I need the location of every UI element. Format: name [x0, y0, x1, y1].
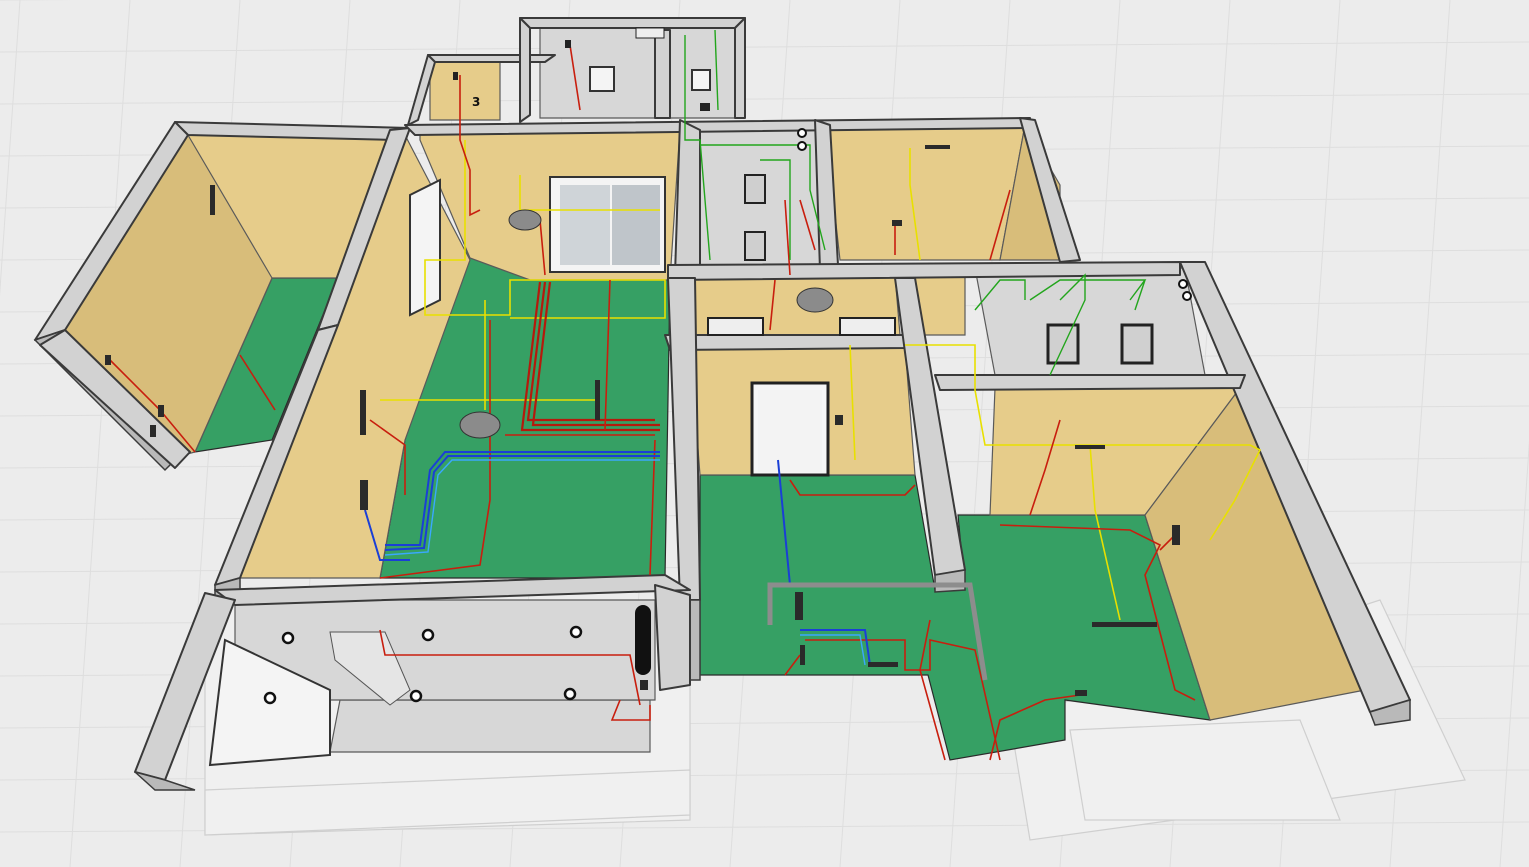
ceiling-light-icon	[1178, 279, 1188, 289]
floorplan-3d-view[interactable]: 3	[0, 0, 1529, 867]
wall-small-bath	[429, 59, 501, 121]
socket-icon	[360, 480, 368, 510]
panel-icon	[635, 27, 665, 39]
panel-icon	[453, 72, 458, 80]
ceiling-light-icon	[263, 691, 277, 705]
socket-icon	[158, 405, 164, 417]
socket-icon	[595, 380, 600, 420]
socket-icon	[1075, 690, 1087, 696]
ceiling-light-icon	[797, 128, 807, 138]
socket-icon	[1172, 525, 1180, 545]
ceiling-light-icon	[563, 687, 577, 701]
socket-icon	[925, 145, 950, 149]
bathroom-right	[974, 267, 1206, 376]
balcony-floor-left	[329, 699, 651, 753]
grid-line	[1499, 440, 1529, 867]
ceiling-light-icon	[459, 411, 501, 439]
grid-line	[69, 0, 131, 867]
ceiling-light-icon	[409, 689, 423, 703]
socket-icon	[1092, 622, 1157, 627]
panel-icon	[565, 40, 571, 48]
socket-icon	[105, 355, 111, 365]
fixture-marker: 3	[472, 95, 480, 109]
socket-icon	[835, 415, 843, 425]
socket-icon	[892, 220, 902, 226]
grid-line	[0, 41, 1529, 53]
socket-icon	[1075, 445, 1105, 449]
ceiling-light-icon	[796, 287, 834, 313]
socket-icon	[150, 425, 156, 437]
panel-icon	[700, 103, 710, 111]
ceiling-light-icon	[508, 209, 542, 231]
socket-icon	[800, 645, 805, 665]
socket-icon	[640, 680, 648, 690]
grid-line	[0, 0, 21, 297]
ceiling-light-icon	[569, 625, 583, 639]
socket-icon	[795, 592, 803, 620]
floorplan-canvas[interactable]: 3	[0, 0, 1529, 867]
socket-icon	[360, 390, 366, 435]
grid-line	[0, 93, 1529, 105]
socket-icon	[868, 662, 898, 667]
socket-icon	[210, 185, 215, 215]
ceiling-light-icon	[1182, 291, 1192, 301]
ceiling-light-icon	[797, 141, 807, 151]
ceiling-light-icon	[281, 631, 295, 645]
ceiling-light-icon	[421, 628, 435, 642]
